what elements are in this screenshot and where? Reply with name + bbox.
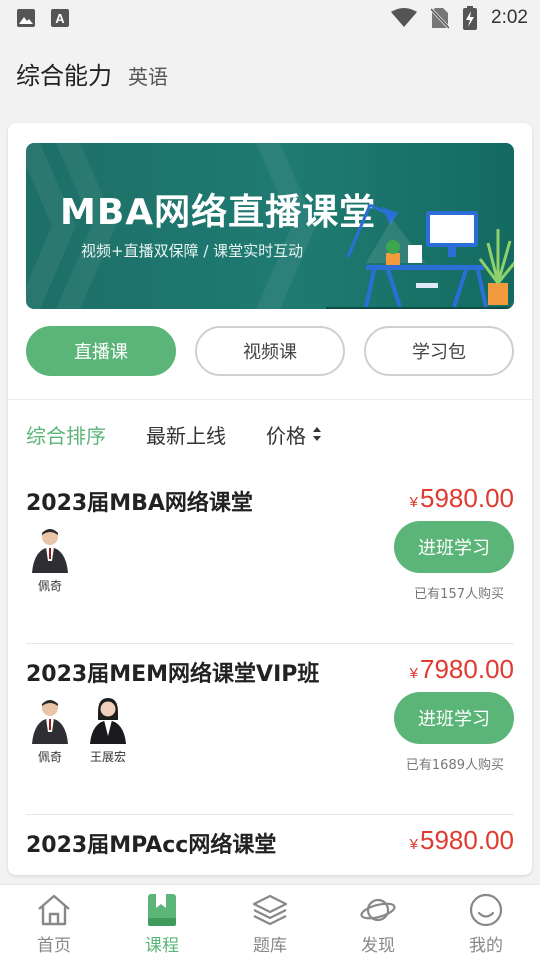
tab-video[interactable]: 视频课	[195, 326, 345, 376]
nav-discover[interactable]: 发现	[324, 885, 432, 960]
join-class-button[interactable]: 进班学习	[394, 521, 514, 573]
currency-symbol: ¥	[409, 665, 419, 682]
bottom-nav: 首页 课程 题库 发现 我的	[0, 884, 540, 960]
font-a-icon: A	[51, 9, 69, 27]
teacher-name: 佩奇	[37, 579, 62, 593]
sort-bar: 综合排序 最新上线 价格	[26, 419, 322, 449]
nav-question-bank[interactable]: 题库	[216, 885, 324, 960]
layers-icon	[252, 894, 288, 926]
join-class-button[interactable]: 进班学习	[394, 692, 514, 744]
price-value: 7980.00	[420, 654, 514, 684]
nav-course[interactable]: 课程	[108, 885, 216, 960]
nav-label: 题库	[253, 936, 287, 956]
no-sim-icon	[431, 7, 450, 29]
divider	[8, 399, 532, 400]
course-title: 2023届MPAcc网络课堂	[26, 833, 277, 858]
teacher-avatar	[90, 698, 126, 744]
svg-text:A: A	[55, 11, 65, 26]
course-title: 2023届MEM网络课堂VIP班	[26, 662, 320, 687]
course-title: 2023届MBA网络课堂	[26, 491, 253, 516]
tab-live[interactable]: 直播课	[26, 326, 176, 376]
course-price: ¥5980.00	[410, 483, 514, 514]
sort-price-label: 价格	[266, 423, 306, 448]
course-price: ¥7980.00	[410, 654, 514, 685]
sort-price[interactable]: 价格	[266, 420, 322, 449]
nav-label: 课程	[145, 936, 179, 956]
teacher-list: 佩奇	[28, 525, 72, 594]
currency-symbol: ¥	[409, 494, 419, 511]
status-bar: A 2:02	[0, 0, 540, 36]
nav-label: 我的	[469, 936, 503, 956]
price-value: 5980.00	[420, 483, 514, 513]
smiley-icon	[469, 893, 503, 927]
currency-symbol: ¥	[409, 836, 419, 853]
teacher[interactable]: 王展宏	[86, 696, 130, 765]
teacher-avatar	[32, 529, 68, 573]
nav-label: 首页	[37, 936, 71, 956]
desk-illustration	[326, 203, 514, 309]
row-divider	[26, 814, 514, 815]
nav-home[interactable]: 首页	[0, 885, 108, 960]
teacher-name: 王展宏	[89, 750, 126, 764]
nav-mine[interactable]: 我的	[432, 885, 540, 960]
course-card: MBA网络直播课堂 视频+直播双保障 / 课堂实时互动 直播课 视频课 学习包 …	[8, 123, 532, 875]
purchase-count: 已有1689人购买	[405, 758, 504, 773]
status-time: 2:02	[491, 7, 528, 28]
course-type-tabs: 直播课 视频课 学习包	[26, 326, 514, 376]
teacher-list: 佩奇 王展宏	[28, 696, 130, 765]
image-icon	[17, 9, 35, 27]
subject-subtitle[interactable]: 英语	[128, 61, 168, 90]
sort-comprehensive[interactable]: 综合排序	[26, 420, 106, 449]
nav-label: 发现	[361, 936, 395, 956]
price-value: 5980.00	[420, 825, 514, 855]
banner-subtitle: 视频+直播双保障 / 课堂实时互动	[81, 242, 304, 260]
sort-newest[interactable]: 最新上线	[146, 420, 226, 449]
teacher-avatar	[32, 700, 68, 744]
planet-icon	[360, 898, 396, 922]
purchase-count: 已有157人购买	[414, 587, 504, 602]
tab-package[interactable]: 学习包	[364, 326, 514, 376]
promo-banner[interactable]: MBA网络直播课堂 视频+直播双保障 / 课堂实时互动	[26, 143, 514, 309]
course-price: ¥5980.00	[410, 825, 514, 856]
sort-arrows-icon	[313, 427, 321, 441]
teacher[interactable]: 佩奇	[28, 696, 72, 765]
wifi-icon	[391, 8, 418, 27]
row-divider	[26, 643, 514, 644]
book-icon	[148, 894, 176, 926]
battery-charging-icon	[463, 6, 478, 30]
teacher[interactable]: 佩奇	[28, 525, 72, 594]
teacher-name: 佩奇	[37, 750, 62, 764]
top-bar: 综合能力 英语	[16, 56, 168, 100]
home-icon	[38, 894, 70, 926]
subject-title[interactable]: 综合能力	[16, 56, 112, 91]
